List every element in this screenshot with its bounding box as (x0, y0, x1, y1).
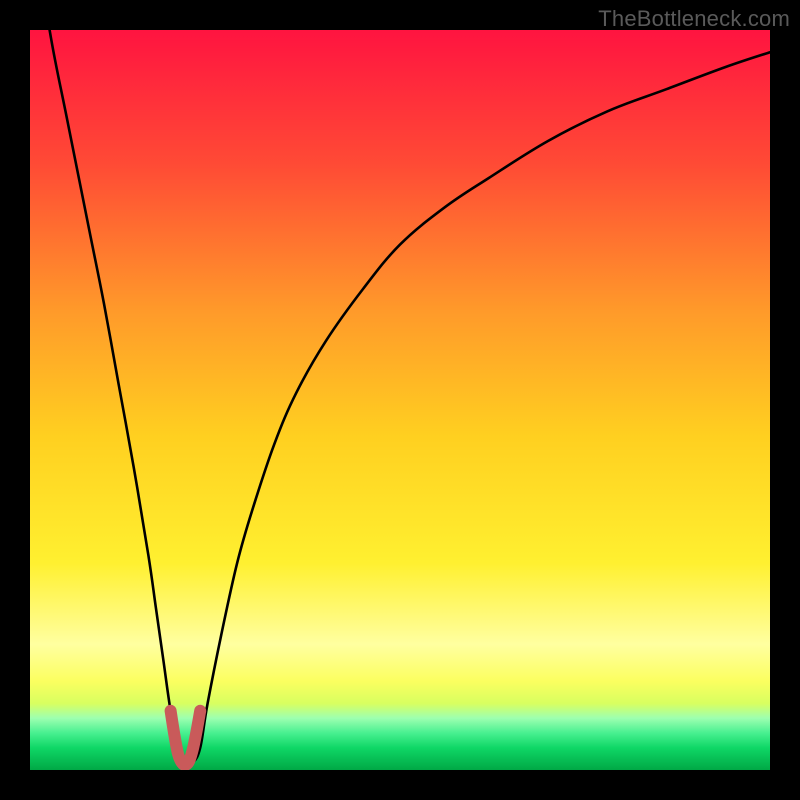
gradient-background (30, 30, 770, 770)
watermark-text: TheBottleneck.com (598, 6, 790, 32)
plot-area (30, 30, 770, 770)
chart-frame: TheBottleneck.com (0, 0, 800, 800)
chart-svg (30, 30, 770, 770)
